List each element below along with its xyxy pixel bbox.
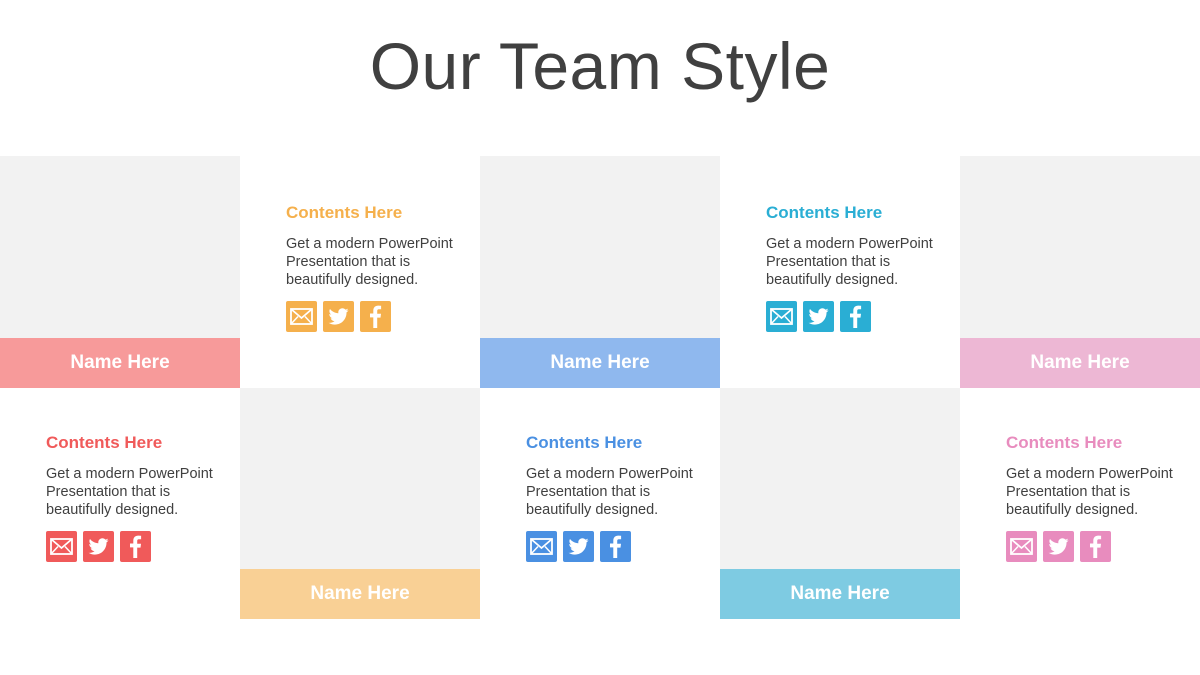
social-links: [766, 301, 956, 333]
name-bar: Name Here: [960, 338, 1200, 388]
twitter-button[interactable]: [323, 301, 354, 332]
social-links: [1006, 531, 1196, 563]
page-title: Our Team Style: [369, 29, 831, 103]
content-text: Get a modern PowerPoint Presentation tha…: [526, 466, 693, 518]
content-heading: Contents Here: [1006, 433, 1123, 452]
member-content: Contents Here Get a modern PowerPoint Pr…: [286, 203, 476, 333]
member-content: Contents Here Get a modern PowerPoint Pr…: [1006, 433, 1196, 563]
member-content: Contents Here Get a modern PowerPoint Pr…: [766, 203, 956, 333]
content-heading: Contents Here: [526, 433, 643, 452]
twitter-button[interactable]: [83, 531, 114, 562]
twitter-button[interactable]: [563, 531, 594, 562]
facebook-button[interactable]: [600, 531, 631, 562]
member-content: Contents Here Get a modern PowerPoint Pr…: [526, 433, 716, 563]
name-bar: Name Here: [480, 338, 720, 388]
mail-button[interactable]: [526, 531, 557, 562]
content-text: Get a modern PowerPoint Presentation tha…: [766, 236, 933, 288]
name-bar: Name Here: [0, 338, 240, 388]
mail-button[interactable]: [766, 301, 797, 332]
twitter-button[interactable]: [803, 301, 834, 332]
facebook-button[interactable]: [360, 301, 391, 332]
social-links: [46, 531, 236, 563]
photo-placeholder: [240, 388, 480, 569]
content-text: Get a modern PowerPoint Presentation tha…: [286, 236, 453, 288]
facebook-button[interactable]: [120, 531, 151, 562]
name-bar: Name Here: [240, 569, 480, 619]
content-text: Get a modern PowerPoint Presentation tha…: [1006, 466, 1173, 518]
content-heading: Contents Here: [766, 203, 883, 222]
social-links: [526, 531, 716, 563]
photo-placeholder: [0, 156, 240, 338]
mail-button[interactable]: [286, 301, 317, 332]
photo-placeholder: [720, 388, 960, 569]
photo-placeholder: [480, 156, 720, 338]
mail-button[interactable]: [46, 531, 77, 562]
facebook-button[interactable]: [840, 301, 871, 332]
content-text: Get a modern PowerPoint Presentation tha…: [46, 466, 213, 518]
twitter-button[interactable]: [1043, 531, 1074, 562]
content-heading: Contents Here: [46, 433, 163, 452]
photo-placeholder: [960, 156, 1200, 338]
content-heading: Contents Here: [286, 203, 403, 222]
mail-button[interactable]: [1006, 531, 1037, 562]
facebook-button[interactable]: [1080, 531, 1111, 562]
social-links: [286, 301, 476, 333]
name-bar: Name Here: [720, 569, 960, 619]
member-content: Contents Here Get a modern PowerPoint Pr…: [46, 433, 236, 563]
